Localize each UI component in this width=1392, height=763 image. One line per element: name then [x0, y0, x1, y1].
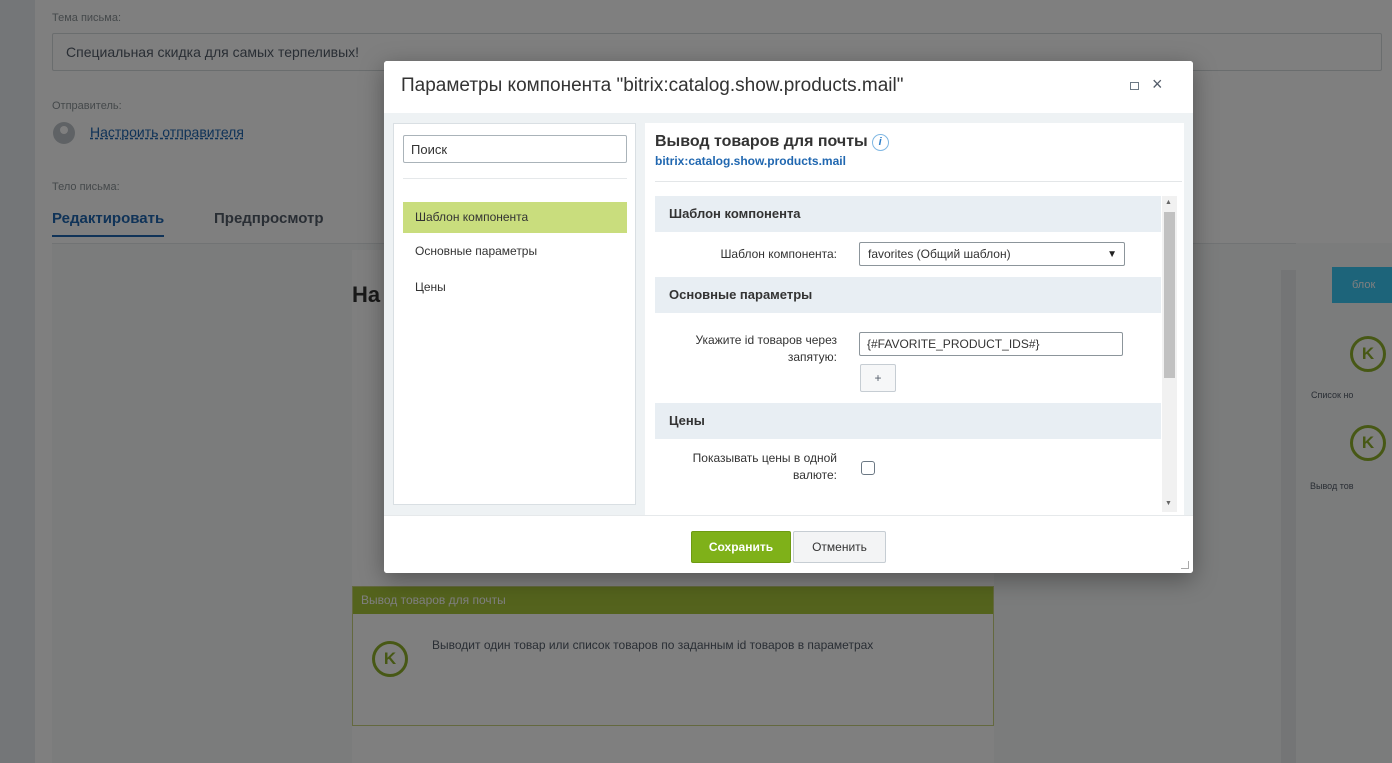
resize-handle[interactable] [1181, 561, 1189, 569]
params-nav: Шаблон компонента Основные параметры Цен… [393, 123, 636, 505]
product-ids-input[interactable]: {#FAVORITE_PRODUCT_IDS#} [859, 332, 1123, 356]
chevron-down-icon: ▼ [1107, 249, 1117, 260]
save-button[interactable]: Сохранить [691, 531, 791, 563]
search-input[interactable] [403, 135, 627, 163]
dialog-title: Параметры компонента "bitrix:catalog.sho… [401, 75, 904, 96]
cancel-button[interactable]: Отменить [793, 531, 886, 563]
scroll-up-icon[interactable]: ▲ [1165, 199, 1172, 206]
one-currency-label: Показывать цены в одной валюте: [692, 451, 837, 482]
info-icon[interactable]: i [871, 134, 889, 151]
close-icon[interactable]: × [1152, 74, 1163, 95]
params-list: Шаблон компонента Шаблон компонента: fav… [655, 196, 1161, 512]
params-scrollbar[interactable]: ▲ ▼ [1162, 196, 1177, 512]
template-select[interactable]: favorites (Общий шаблон) ▼ [859, 242, 1125, 266]
params-content: Вывод товаров для почты i bitrix:catalog.… [645, 123, 1184, 515]
maximize-icon[interactable] [1130, 82, 1139, 90]
ids-label: Укажите id товаров через запятую: [695, 333, 837, 364]
scroll-down-icon[interactable]: ▼ [1165, 500, 1172, 507]
nav-item-template[interactable]: Шаблон компонента [403, 202, 627, 233]
section-prices-head: Цены [655, 403, 1161, 439]
component-title-text: Вывод товаров для почты [655, 133, 868, 150]
template-select-value: favorites (Общий шаблон) [868, 247, 1011, 261]
dialog-header: Параметры компонента "bitrix:catalog.sho… [384, 61, 1193, 113]
one-currency-checkbox[interactable] [861, 461, 875, 475]
section-main-head: Основные параметры [655, 277, 1161, 313]
component-title: Вывод товаров для почты i [655, 133, 889, 151]
dialog-body: Шаблон компонента Основные параметры Цен… [384, 113, 1193, 515]
component-params-dialog: Параметры компонента "bitrix:catalog.sho… [384, 61, 1193, 573]
section-template-head: Шаблон компонента [655, 196, 1161, 232]
scroll-thumb[interactable] [1164, 212, 1175, 378]
title-divider [655, 181, 1182, 182]
add-value-button[interactable]: + [860, 364, 896, 392]
nav-item-main-params[interactable]: Основные параметры [403, 236, 627, 267]
nav-item-prices[interactable]: Цены [403, 272, 627, 303]
template-label: Шаблон компонента: [720, 247, 837, 261]
dialog-footer: Сохранить Отменить [384, 515, 1193, 573]
nav-divider [403, 178, 627, 179]
component-code: bitrix:catalog.show.products.mail [655, 154, 846, 168]
